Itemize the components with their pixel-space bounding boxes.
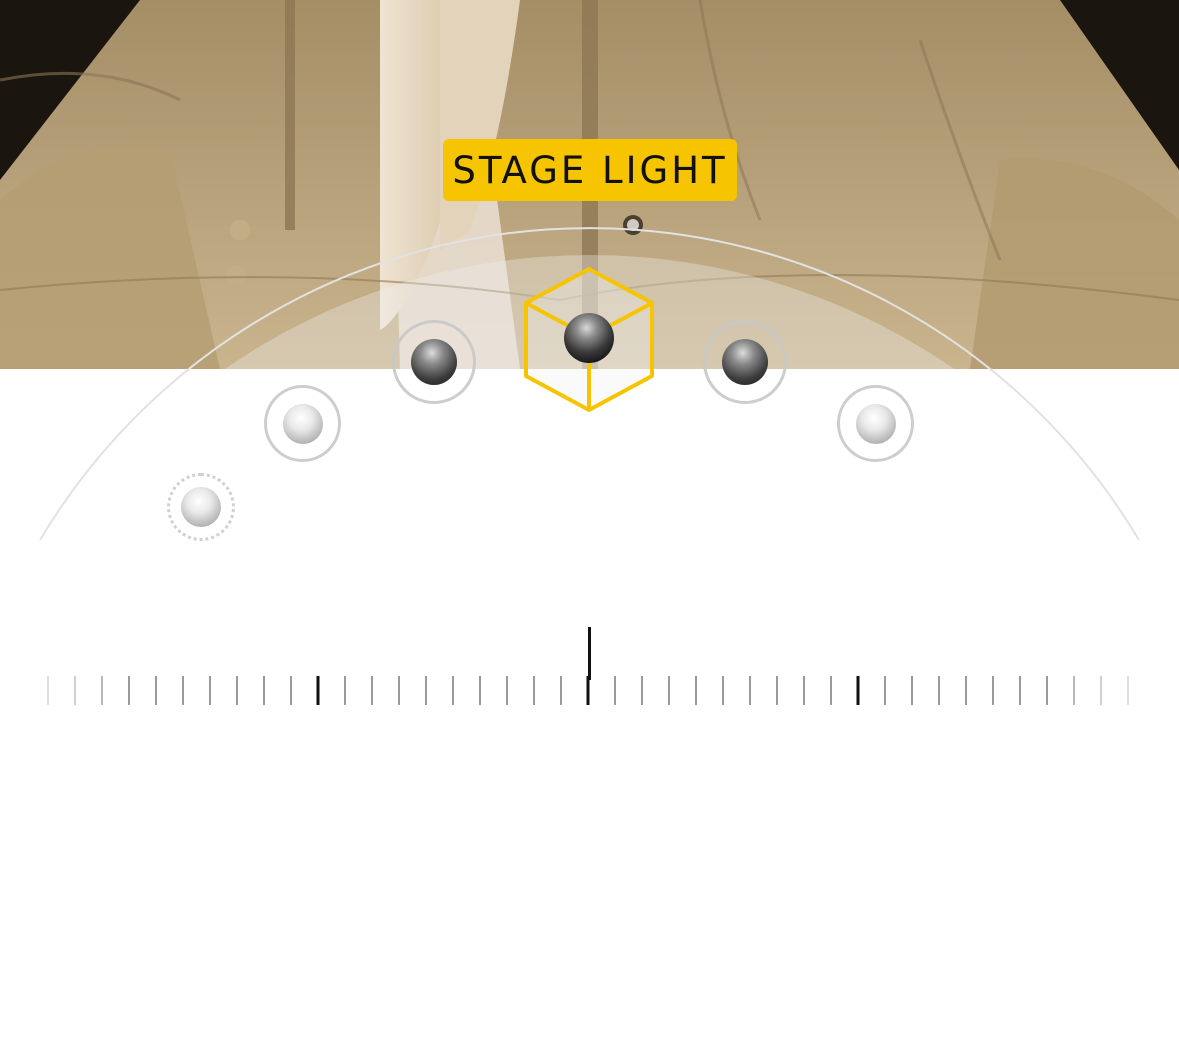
natural-light-button[interactable] [167, 473, 235, 541]
studio-light-button[interactable] [264, 385, 341, 462]
dotted-sphere-icon [181, 487, 221, 527]
high-key-light-mono-button[interactable] [837, 385, 914, 462]
stage-light-button[interactable] [523, 266, 655, 412]
mode-label-badge: STAGE LIGHT [443, 139, 737, 201]
cube-icon [524, 267, 654, 412]
sphere-icon [411, 339, 457, 385]
sphere-icon [855, 403, 896, 444]
sphere-icon [722, 339, 768, 385]
slider-ticks [47, 676, 1129, 705]
mode-label-text: STAGE LIGHT [452, 148, 728, 192]
stage-light-mono-button[interactable] [703, 320, 787, 404]
intensity-slider[interactable] [0, 620, 1179, 720]
sphere-icon [282, 403, 323, 444]
contour-light-button[interactable] [392, 320, 476, 404]
